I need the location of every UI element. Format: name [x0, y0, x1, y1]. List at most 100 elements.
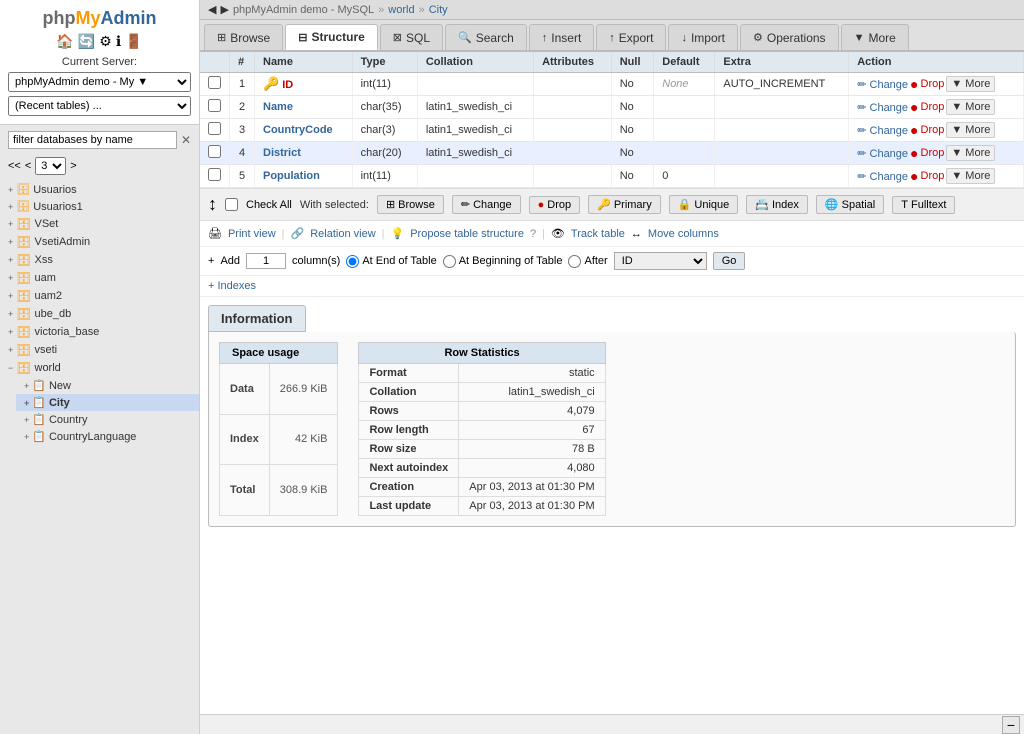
tab-browse[interactable]: ⊞ Browse — [204, 24, 283, 50]
more-btn-2[interactable]: ▼ More — [946, 99, 995, 115]
filter-input[interactable] — [8, 131, 177, 149]
at-end-radio-label[interactable]: At End of Table — [346, 255, 436, 268]
col-type-header[interactable]: Type — [352, 52, 417, 73]
collapse-icon[interactable]: − — [1002, 716, 1020, 734]
change-btn-5[interactable]: ✏ Change — [857, 170, 908, 183]
ws-spatial-label: Spatial — [842, 199, 876, 211]
at-beginning-label: At Beginning of Table — [459, 255, 563, 267]
table-item-New[interactable]: + 📋 New — [16, 377, 199, 394]
at-beginning-radio[interactable] — [443, 255, 456, 268]
after-radio[interactable] — [568, 255, 581, 268]
ws-browse-label: Browse — [398, 199, 435, 211]
db-item-victoria_base[interactable]: + 🗄 victoria_base — [0, 323, 199, 341]
settings-icon[interactable]: ⚙ — [99, 33, 112, 50]
title-table[interactable]: City — [429, 4, 448, 16]
tab-operations[interactable]: ⚙ Operations — [740, 24, 839, 50]
propose-structure-link[interactable]: Propose table structure — [410, 228, 524, 240]
tab-more[interactable]: ▼ More — [841, 24, 909, 50]
go-button[interactable]: Go — [713, 252, 746, 270]
title-db[interactable]: world — [388, 4, 414, 16]
ws-drop-icon: ● — [538, 199, 545, 211]
collation-value: latin1_swedish_ci — [459, 383, 605, 402]
recent-tables-select[interactable]: (Recent tables) ... — [8, 96, 191, 116]
db-item-VsetiAdmin[interactable]: + 🗄 VsetiAdmin — [0, 233, 199, 251]
drop-icon-5: ● — [910, 168, 918, 184]
tab-import[interactable]: ↓ Import — [668, 24, 738, 50]
move-columns-link[interactable]: Move columns — [648, 228, 719, 240]
change-btn-1[interactable]: ✏ Change — [857, 78, 908, 91]
tab-sql[interactable]: ⊠ SQL — [380, 24, 443, 50]
ws-spatial-btn[interactable]: 🌐 Spatial — [816, 195, 884, 214]
ws-primary-btn[interactable]: 🔑 Primary — [588, 195, 661, 214]
reload-icon[interactable]: 🔄 — [78, 33, 95, 50]
db-item-ube_db[interactable]: + 🗄 ube_db — [0, 305, 199, 323]
page-next[interactable]: > — [70, 160, 76, 172]
row-num-3: 3 — [230, 119, 255, 142]
row-checkbox-3[interactable] — [208, 122, 221, 135]
ws-drop-btn[interactable]: ● Drop — [529, 196, 581, 214]
change-btn-4[interactable]: ✏ Change — [857, 147, 908, 160]
db-icon-Usuarios1: 🗄 — [16, 200, 30, 213]
filter-clear-icon[interactable]: ✕ — [181, 133, 191, 147]
db-item-uam2[interactable]: + 🗄 uam2 — [0, 287, 199, 305]
track-table-link[interactable]: Track table — [571, 228, 625, 240]
col-name-header[interactable]: Name — [255, 52, 353, 73]
page-prev-prev[interactable]: << — [8, 160, 21, 172]
with-selected-bar: ↕ Check All With selected: ⊞ Browse ✏ Ch… — [200, 188, 1024, 221]
server-select[interactable]: phpMyAdmin demo - My ▼ — [8, 72, 191, 92]
row-checkbox-5[interactable] — [208, 168, 221, 181]
more-btn-5[interactable]: ▼ More — [946, 168, 995, 184]
drop-btn-5[interactable]: Drop — [921, 170, 945, 182]
db-item-Xss[interactable]: + 🗄 Xss — [0, 251, 199, 269]
after-radio-label[interactable]: After — [568, 255, 607, 268]
after-column-select[interactable]: ID Name CountryCode District Population — [614, 252, 707, 270]
table-item-CountryLanguage[interactable]: + 📋 CountryLanguage — [16, 428, 199, 445]
change-btn-2[interactable]: ✏ Change — [857, 101, 908, 114]
db-item-VSet[interactable]: + 🗄 VSet — [0, 215, 199, 233]
row-checkbox-2[interactable] — [208, 99, 221, 112]
table-item-City[interactable]: + 📋 City — [16, 394, 199, 411]
indexes-link[interactable]: + Indexes — [208, 280, 256, 292]
drop-btn-2[interactable]: Drop — [921, 101, 945, 113]
tab-structure[interactable]: ⊟ Structure — [285, 24, 378, 50]
table-item-Country[interactable]: + 📋 Country — [16, 411, 199, 428]
relation-view-link[interactable]: Relation view — [310, 228, 375, 240]
creation-value: Apr 03, 2013 at 01:30 PM — [459, 478, 605, 497]
home-icon[interactable]: 🏠 — [56, 33, 73, 50]
ws-index-btn[interactable]: 📇 Index — [746, 195, 808, 214]
row-name-2: Name — [255, 96, 353, 119]
nav-back[interactable]: ◀ — [208, 3, 216, 16]
at-beginning-radio-label[interactable]: At Beginning of Table — [443, 255, 563, 268]
tab-insert[interactable]: ↑ Insert — [529, 24, 595, 50]
drop-btn-1[interactable]: Drop — [921, 78, 945, 90]
db-item-world[interactable]: − 🗄 world — [0, 359, 199, 377]
page-select[interactable]: 3 — [35, 157, 66, 175]
db-item-vseti[interactable]: + 🗄 vseti — [0, 341, 199, 359]
exit-icon[interactable]: 🚪 — [125, 33, 142, 50]
drop-btn-4[interactable]: Drop — [921, 147, 945, 159]
db-item-Usuarios[interactable]: + 🗄 Usuarios — [0, 181, 199, 198]
db-item-uam[interactable]: + 🗄 uam — [0, 269, 199, 287]
db-item-Usuarios1[interactable]: + 🗄 Usuarios1 — [0, 198, 199, 215]
row-checkbox-1[interactable] — [208, 76, 221, 89]
col-collation-header[interactable]: Collation — [417, 52, 533, 73]
row-checkbox-4[interactable] — [208, 145, 221, 158]
more-btn-4[interactable]: ▼ More — [946, 145, 995, 161]
more-btn-1[interactable]: ▼ More — [946, 76, 995, 92]
at-end-radio[interactable] — [346, 255, 359, 268]
ws-unique-btn[interactable]: 🔒 Unique — [669, 195, 739, 214]
page-prev[interactable]: < — [25, 160, 31, 172]
drop-btn-3[interactable]: Drop — [921, 124, 945, 136]
print-view-link[interactable]: Print view — [228, 228, 276, 240]
tab-search[interactable]: 🔍 Search — [445, 24, 527, 50]
tab-export[interactable]: ↑ Export — [596, 24, 666, 50]
more-btn-3[interactable]: ▼ More — [946, 122, 995, 138]
check-all-checkbox[interactable] — [225, 198, 238, 211]
nav-forward[interactable]: ▶ — [220, 3, 228, 16]
ws-browse-btn[interactable]: ⊞ Browse — [377, 195, 444, 214]
change-btn-3[interactable]: ✏ Change — [857, 124, 908, 137]
ws-change-btn[interactable]: ✏ Change — [452, 195, 521, 214]
ws-fulltext-btn[interactable]: T Fulltext — [892, 196, 955, 214]
add-col-input[interactable] — [246, 253, 286, 269]
info-icon[interactable]: ℹ — [116, 33, 121, 50]
